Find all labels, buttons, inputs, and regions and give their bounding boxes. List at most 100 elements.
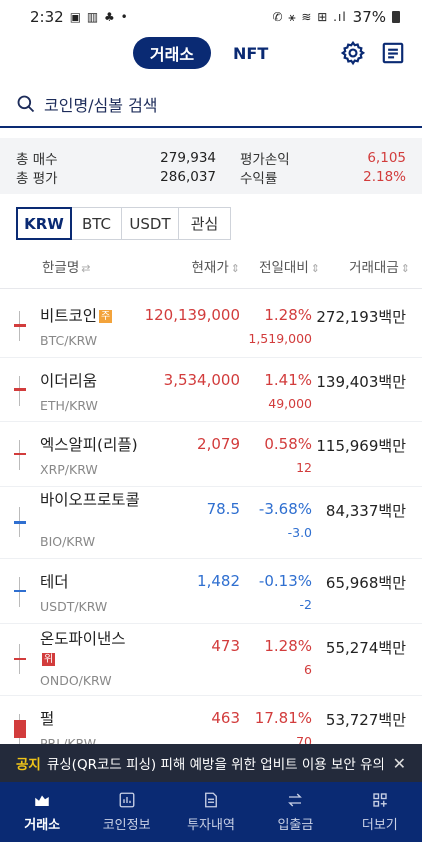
coin-change-pct: 17.81% <box>254 708 312 727</box>
total-eval-value: 286,037 <box>160 168 216 185</box>
nav-exchange[interactable]: 거래소 <box>0 782 84 842</box>
col-change[interactable]: 전일대비 ⇕ <box>240 256 320 276</box>
total-eval-label: 총 평가 <box>16 170 58 187</box>
list-icon[interactable] <box>380 40 406 66</box>
coin-change-pct: 1.28% <box>264 306 312 324</box>
tab-exchange[interactable]: 거래소 <box>133 37 211 69</box>
chart-icon <box>119 792 135 808</box>
notification-icons: ▣ ▥ ♣ • <box>69 10 129 24</box>
coin-name: 온도파이낸스 <box>40 629 126 648</box>
return-label: 수익률 <box>240 170 278 187</box>
coin-change-pct: -0.13% <box>258 572 312 591</box>
coin-ticker: ETH/KRW <box>40 397 98 413</box>
coin-name: 펄 <box>40 709 55 728</box>
total-buy-value: 279,934 <box>160 149 216 166</box>
coin-name: 바이오프로토콜 <box>40 491 140 510</box>
coin-volume: 65,968백만 <box>325 574 406 593</box>
coin-price: 1,482 <box>197 572 240 591</box>
nav-investment[interactable]: 투자내역 <box>169 782 253 842</box>
nav-deposit-withdraw[interactable]: 입출금 <box>253 782 337 842</box>
coin-volume: 84,337백만 <box>325 502 406 521</box>
col-name[interactable]: 한글명 ⇄ <box>42 256 152 276</box>
coin-name: 비트코인 <box>40 307 98 325</box>
table-row[interactable]: 바이오프로토콜 BIO/KRW 78.5 -3.68% -3.0 84,337백… <box>0 487 422 560</box>
battery-level: 37% <box>352 8 386 26</box>
coin-change-amount: -3.0 <box>287 525 312 541</box>
coin-price: 78.5 <box>206 500 240 519</box>
notice-banner[interactable]: 공지 큐싱(QR코드 피싱) 피해 예방을 위한 업비트 이용 보안 유의...… <box>0 744 422 782</box>
table-row[interactable]: 이더리움 ETH/KRW 3,534,000 1.41% 49,000 139,… <box>0 358 422 423</box>
coin-volume: 139,403백만 <box>316 372 406 391</box>
search-icon <box>17 95 35 113</box>
pnl-value: 6,105 <box>367 149 406 166</box>
tab-krw[interactable]: KRW <box>16 207 72 240</box>
column-header: 한글명 ⇄ 현재가 ⇕ 전일대비 ⇕ 거래대금 ⇕ <box>0 243 422 289</box>
table-row[interactable]: 온도파이낸스 위 ONDO/KRW 473 1.28% 6 55,274백만 <box>0 624 422 696</box>
coin-volume: 115,969백만 <box>316 437 406 456</box>
coin-volume: 53,727백만 <box>325 710 406 729</box>
candle-icon <box>14 643 26 674</box>
coin-price: 3,534,000 <box>163 370 240 389</box>
candle-icon <box>14 577 26 608</box>
swap-icon: ⇄ <box>81 261 91 275</box>
tab-favorites[interactable]: 관심 <box>179 207 231 240</box>
coin-change-amount: 12 <box>296 460 312 476</box>
candle-icon <box>14 440 26 471</box>
sort-icon: ⇕ <box>310 261 320 275</box>
notice-tag: 공지 <box>16 757 41 773</box>
coin-change-pct: 0.58% <box>264 435 312 454</box>
nav-coin-info[interactable]: 코인정보 <box>84 782 168 842</box>
coin-change-pct: -3.68% <box>258 500 312 519</box>
table-row[interactable]: 엑스알피(리플) XRP/KRW 2,079 0.58% 12 115,969백… <box>0 422 422 488</box>
nav-more[interactable]: 더보기 <box>338 782 422 842</box>
coin-ticker: BIO/KRW <box>40 534 96 550</box>
coin-name: 테더 <box>40 573 69 592</box>
tab-nft[interactable]: NFT <box>233 44 268 63</box>
return-value: 2.18% <box>363 168 406 185</box>
search-input[interactable]: 코인명/심볼 검색 <box>44 92 158 116</box>
candle-icon <box>14 507 26 538</box>
coin-ticker: BTC/KRW <box>40 333 98 348</box>
coin-change-amount: 6 <box>304 661 312 677</box>
coin-price: 2,079 <box>197 435 240 454</box>
close-icon[interactable]: ✕ <box>393 754 406 773</box>
coin-volume: 55,274백만 <box>325 638 406 657</box>
col-price[interactable]: 현재가 ⇕ <box>152 256 240 276</box>
table-row[interactable]: 비트코인 주 BTC/KRW 120,139,000 1.28% 1,519,00… <box>0 293 422 358</box>
coin-ticker: USDT/KRW <box>40 599 108 615</box>
gear-icon[interactable] <box>340 40 366 66</box>
tab-usdt[interactable]: USDT <box>122 207 179 240</box>
coin-change-pct: 1.41% <box>264 370 312 389</box>
candle-icon <box>14 713 26 744</box>
status-bar: 2:32 ▣ ▥ ♣ • ✆ ⚹ ≋ ⊞ .ıl 37% <box>0 0 422 34</box>
coin-volume: 272,193백만 <box>316 308 406 326</box>
coin-price: 120,139,000 <box>144 306 240 324</box>
more-icon <box>373 793 387 807</box>
coin-list: 비트코인 주 BTC/KRW 120,139,000 1.28% 1,519,00… <box>0 293 422 761</box>
portfolio-summary: 총 매수 279,934 평가손익 6,105 총 평가 286,037 수익률… <box>0 138 422 194</box>
candle-icon <box>14 311 26 341</box>
table-row[interactable]: 테더 USDT/KRW 1,482 -0.13% -2 65,968백만 <box>0 559 422 624</box>
top-header: 거래소 NFT <box>0 34 422 74</box>
notice-message[interactable]: 큐싱(QR코드 피싱) 피해 예방을 위한 업비트 이용 보안 유의... <box>47 753 383 773</box>
document-icon <box>205 792 217 808</box>
coin-change-amount: 49,000 <box>268 395 312 411</box>
search-bar[interactable]: 코인명/심볼 검색 <box>0 82 422 128</box>
coin-price: 473 <box>211 636 240 655</box>
transfer-icon <box>288 793 303 807</box>
caution-badge: 주 <box>99 310 113 323</box>
coin-name: 엑스알피(리플) <box>40 436 138 455</box>
status-time: 2:32 <box>30 8 64 26</box>
coin-change-pct: 1.28% <box>264 636 312 655</box>
coin-change-amount: -2 <box>299 597 312 613</box>
coin-name: 이더리움 <box>40 371 98 390</box>
sort-icon: ⇕ <box>230 261 240 275</box>
col-volume[interactable]: 거래대금 ⇕ <box>320 256 410 276</box>
battery-icon <box>392 11 400 23</box>
exchange-icon <box>35 795 49 806</box>
system-icons: ✆ ⚹ ≋ ⊞ .ıl <box>272 9 347 24</box>
candle-icon <box>14 375 26 406</box>
total-buy-label: 총 매수 <box>16 151 58 168</box>
tab-btc[interactable]: BTC <box>72 207 122 240</box>
coin-ticker: ONDO/KRW <box>40 672 112 688</box>
